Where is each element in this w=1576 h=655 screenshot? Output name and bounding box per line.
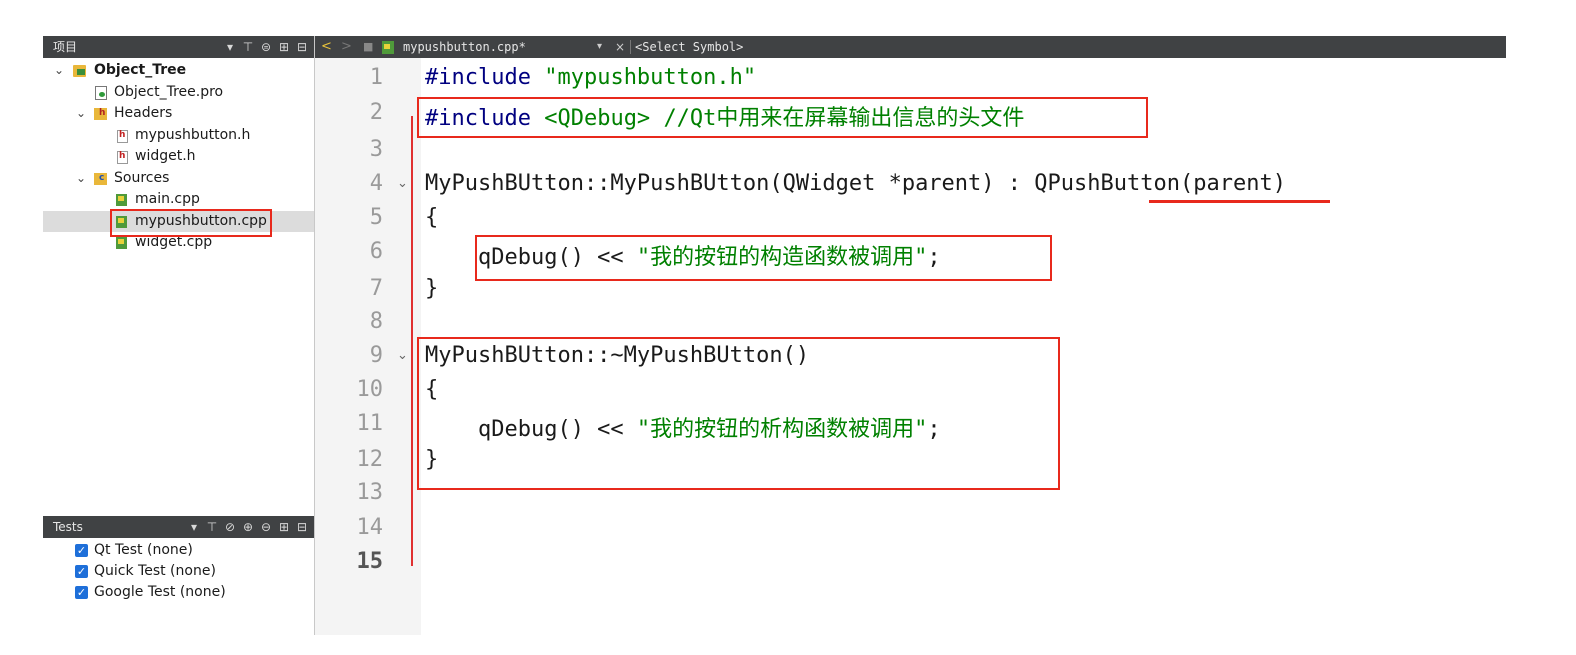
tree-item-label: mypushbutton.h <box>135 126 251 143</box>
cpp-file-icon <box>116 194 127 206</box>
project-panel-header: 项目 ▾ ⊤ ⊜ ⊞ ⊟ <box>43 36 314 58</box>
close-panel-icon[interactable]: ⊟ <box>296 36 308 58</box>
annotation-box-selected-file <box>110 209 272 237</box>
line-number: 14 <box>356 515 384 540</box>
split-icon[interactable]: ⊞ <box>278 516 290 538</box>
constructor-args: (parent) <box>1179 171 1286 196</box>
tree-item-pro-file[interactable]: Object_Tree.pro <box>43 82 314 104</box>
line-number: 8 <box>369 309 383 334</box>
close-panel-icon[interactable]: ⊟ <box>296 516 308 538</box>
chevron-down-icon[interactable]: ⌄ <box>75 103 87 125</box>
lock-icon: ■ <box>363 40 374 53</box>
fold-marker-icon[interactable]: ⌄ <box>397 348 408 363</box>
chevron-down-icon[interactable]: ⌄ <box>53 60 65 82</box>
run-icon[interactable]: ⊘ <box>224 516 236 538</box>
line-number: 4 <box>369 171 383 196</box>
pro-file-icon <box>95 85 107 100</box>
line-number: 7 <box>369 276 383 301</box>
expand-icon[interactable]: ⊕ <box>242 516 254 538</box>
line-number-gutter: 1 2 3 4 5 6 7 8 9 10 11 12 13 14 15 ⌄ ⌄ <box>315 58 421 635</box>
filter-icon[interactable]: ⊤ <box>242 36 254 58</box>
tree-item-label: Headers <box>114 105 173 121</box>
code-line-1: #include "mypushbutton.h" <box>425 65 756 90</box>
tree-item-headers[interactable]: ⌄ Headers <box>43 103 314 125</box>
cpp-file-icon <box>382 41 394 54</box>
line-number: 6 <box>369 239 383 264</box>
filter-icon[interactable]: ⊤ <box>206 516 218 538</box>
test-item-google[interactable]: ✓ Google Test (none) <box>43 582 314 603</box>
tree-item-label: Object_Tree.pro <box>114 83 224 100</box>
checkbox-checked-icon[interactable]: ✓ <box>75 565 88 578</box>
code-line-7: } <box>425 276 439 301</box>
test-item-label: Quick Test (none) <box>94 563 216 579</box>
constructor-signature: MyPushBUtton::MyPushBUtton(QWidget *pare… <box>425 171 1035 196</box>
tree-item-label: widget.h <box>135 148 196 164</box>
test-item-label: Google Test (none) <box>94 584 226 600</box>
headers-folder-icon <box>94 103 107 125</box>
modified-lines-marker <box>411 116 413 566</box>
test-item-quick[interactable]: ✓ Quick Test (none) <box>43 561 314 582</box>
cpp-file-icon <box>116 237 127 249</box>
collapse-icon[interactable]: ⊖ <box>260 516 272 538</box>
tree-item-sources[interactable]: ⌄ Sources <box>43 168 314 190</box>
tests-panel-header: Tests ▾ ⊤ ⊘ ⊕ ⊖ ⊞ ⊟ <box>43 516 314 538</box>
panel-dropdown-icon[interactable]: ▾ <box>188 516 200 538</box>
annotation-box-include <box>417 97 1148 138</box>
annotation-box-constructor-debug <box>475 235 1052 281</box>
chevron-down-icon[interactable]: ▾ <box>597 36 602 58</box>
code-line-4: MyPushBUtton::MyPushBUtton(QWidget *pare… <box>425 171 1286 196</box>
include-string: "mypushbutton.h" <box>544 65 757 90</box>
split-icon[interactable]: ⊞ <box>278 36 290 58</box>
sources-folder-icon <box>94 168 107 189</box>
back-arrow-icon[interactable]: < <box>321 36 332 58</box>
line-number-current: 15 <box>356 549 384 574</box>
test-item-qt[interactable]: ✓ Qt Test (none) <box>43 540 314 561</box>
chevron-down-icon[interactable]: ⌄ <box>75 168 87 190</box>
line-number: 9 <box>369 343 383 368</box>
tree-item-label: Sources <box>114 169 170 186</box>
annotation-box-destructor <box>417 337 1060 490</box>
editor-toolbar: < > ■ mypushbutton.cpp* ▾ × <Select Symb… <box>315 36 1506 58</box>
fold-marker-icon[interactable]: ⌄ <box>397 176 408 191</box>
tests-panel-toolbar: ▾ ⊤ ⊘ ⊕ ⊖ ⊞ ⊟ <box>188 516 308 538</box>
line-number: 2 <box>369 100 383 125</box>
tree-item-widget-h[interactable]: widget.h <box>43 146 314 168</box>
tree-item-main-cpp[interactable]: main.cpp <box>43 189 314 211</box>
tree-item-mypushbutton-h[interactable]: mypushbutton.h <box>43 125 314 146</box>
test-item-label: Qt Test (none) <box>94 542 193 558</box>
code-editor: < > ■ mypushbutton.cpp* ▾ × <Select Symb… <box>315 36 1506 635</box>
line-number: 5 <box>369 205 383 230</box>
line-number: 11 <box>356 411 384 436</box>
line-number: 13 <box>356 480 384 505</box>
line-number: 3 <box>369 137 383 162</box>
close-icon[interactable]: × <box>615 36 625 58</box>
toolbar-divider <box>630 40 631 54</box>
header-file-icon <box>117 125 128 146</box>
tree-item-label: main.cpp <box>135 191 200 207</box>
annotation-underline-base-class <box>1149 200 1330 203</box>
open-file-selector[interactable]: mypushbutton.cpp* <box>403 36 526 58</box>
tree-item-object-tree[interactable]: ⌄ Object_Tree <box>43 60 314 82</box>
header-file-icon <box>117 146 128 168</box>
project-panel: 项目 ▾ ⊤ ⊜ ⊞ ⊟ ⌄ Object_Tree Object_Tree.p… <box>43 36 315 635</box>
line-number: 12 <box>356 447 384 472</box>
project-panel-title: 项目 <box>53 40 78 54</box>
panel-dropdown-icon[interactable]: ▾ <box>224 36 236 58</box>
base-class-name: QPushButton <box>1034 171 1180 196</box>
tests-list: ✓ Qt Test (none) ✓ Quick Test (none) ✓ G… <box>43 540 314 603</box>
tests-panel-title: Tests <box>53 520 83 534</box>
project-folder-icon <box>73 65 86 77</box>
code-line-5: { <box>425 205 439 230</box>
checkbox-checked-icon[interactable]: ✓ <box>75 586 88 599</box>
project-panel-toolbar: ▾ ⊤ ⊜ ⊞ ⊟ <box>224 36 308 58</box>
symbol-selector[interactable]: <Select Symbol> <box>635 36 743 58</box>
preprocessor-directive: #include <box>425 65 531 90</box>
line-number: 1 <box>369 65 383 90</box>
line-number: 10 <box>356 377 384 402</box>
forward-arrow-icon[interactable]: > <box>341 36 352 58</box>
tree-item-label: Object_Tree <box>94 62 187 78</box>
link-icon[interactable]: ⊜ <box>260 36 272 58</box>
qt-creator-window: 项目 ▾ ⊤ ⊜ ⊞ ⊟ ⌄ Object_Tree Object_Tree.p… <box>43 36 1506 635</box>
checkbox-checked-icon[interactable]: ✓ <box>75 544 88 557</box>
